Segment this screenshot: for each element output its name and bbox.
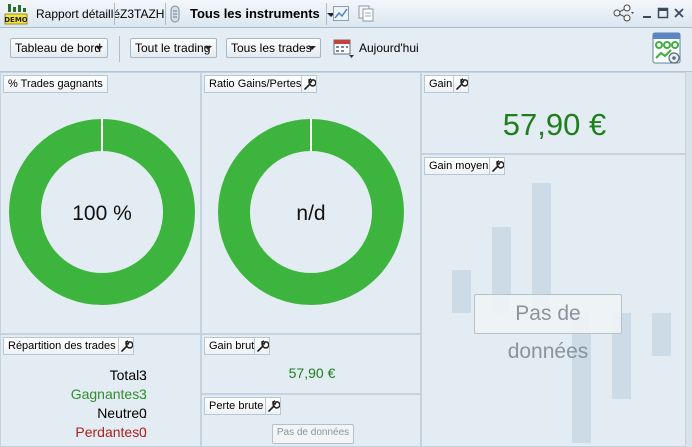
chart-image-icon[interactable] [333, 6, 349, 21]
panel-title: Ratio Gains/Pertes [204, 75, 307, 93]
wrench-icon [121, 340, 134, 352]
panel-title: Gain brut [204, 337, 260, 355]
panel-settings-button[interactable] [254, 337, 270, 355]
panel-title: Répartition des trades [3, 337, 121, 355]
stat-losing-label: Perdantes : [75, 424, 147, 440]
chevron-down-icon [95, 46, 103, 50]
win-rate-donut: 100 % [9, 119, 195, 305]
trades-dropdown-label: Tous les trades [231, 41, 312, 55]
panel-title: Perte brute [204, 397, 269, 415]
gross-gain-panel: Gain brut 57,90 € [201, 334, 421, 394]
divider [165, 3, 166, 25]
stat-winning-label: Gagnantes : [70, 386, 147, 402]
panel-settings-button[interactable] [301, 75, 317, 93]
panel-settings-button[interactable] [453, 75, 469, 93]
instruments-label: Tous les instruments [190, 6, 320, 21]
trading-dropdown[interactable]: Tout le trading [130, 38, 217, 58]
gain-value: 57,90 € [502, 107, 607, 142]
maximize-icon[interactable] [656, 6, 670, 20]
trade-distribution-panel: Répartition des trades Total : 3 Gagnant… [0, 334, 201, 447]
no-data-label: Pas de données [272, 424, 354, 444]
trades-dropdown[interactable]: Tous les trades [226, 38, 321, 58]
wrench-icon [456, 78, 469, 90]
gain-panel: Gain 57,90 € [421, 72, 686, 154]
chevron-down-icon [204, 46, 212, 50]
minimize-icon[interactable] [640, 6, 654, 20]
average-gain-panel: Gain moyen Pas de données [421, 154, 686, 447]
title-bar: DEMO Rapport détaillé Z3TAZH Tous les in… [0, 0, 692, 28]
ratio-donut: n/d [218, 119, 404, 305]
link-icon[interactable] [169, 5, 181, 23]
report-title: Rapport détaillé [36, 7, 121, 21]
divider [119, 36, 120, 62]
stat-neutral-value: 0 [139, 405, 147, 421]
trading-dropdown-label: Tout le trading [135, 41, 211, 55]
demo-label: DEMO [4, 16, 28, 24]
dashboard-settings-icon[interactable] [652, 32, 682, 66]
wrench-icon [304, 78, 317, 90]
divider [326, 3, 327, 25]
divider [114, 3, 115, 25]
placeholder-bar [652, 313, 671, 356]
scrollbar-track[interactable] [686, 72, 692, 447]
win-rate-panel: % Trades gagnants 100 % [0, 72, 201, 334]
gross-gain-value: 57,90 € [288, 365, 336, 381]
close-icon[interactable] [672, 6, 686, 20]
gain-loss-ratio-panel: Ratio Gains/Pertes n/d [201, 72, 421, 334]
account-id[interactable]: Z3TAZH [120, 0, 164, 28]
ratio-value: n/d [296, 202, 325, 225]
period-label[interactable]: Aujourd'hui [359, 41, 419, 55]
gross-loss-panel: Perte brute Pas de données [201, 394, 421, 447]
stat-losing-value: 0 [139, 424, 147, 440]
chevron-down-icon [308, 46, 316, 50]
panel-title: % Trades gagnants [3, 75, 108, 93]
copy-document-icon[interactable] [358, 5, 374, 22]
placeholder-bar [452, 270, 471, 313]
stat-winning-value: 3 [139, 386, 147, 402]
calendar-icon[interactable] [333, 37, 355, 59]
demo-account-icon: DEMO [4, 4, 28, 25]
no-data-label: Pas de données [474, 294, 622, 363]
win-rate-value: 100 % [72, 202, 132, 225]
stat-total-value: 3 [139, 367, 147, 383]
panel-title: Gain moyen [424, 157, 494, 175]
wrench-icon [268, 400, 281, 412]
wrench-icon [257, 340, 270, 352]
toolbar: Tableau de bord Tout le trading Tous les… [0, 28, 692, 72]
stat-neutral-label: Neutre : [97, 405, 147, 421]
wrench-icon [492, 160, 505, 172]
instruments-dropdown[interactable]: Tous les instruments [190, 0, 336, 28]
panel-settings-button[interactable] [118, 337, 134, 355]
panel-settings-button[interactable] [489, 157, 505, 175]
stat-total-label: Total : [109, 367, 147, 383]
dashboard-dropdown-label: Tableau de bord [15, 41, 102, 55]
panel-settings-button[interactable] [265, 397, 281, 415]
dashboard-dropdown[interactable]: Tableau de bord [10, 38, 108, 58]
share-icon[interactable] [612, 4, 634, 22]
